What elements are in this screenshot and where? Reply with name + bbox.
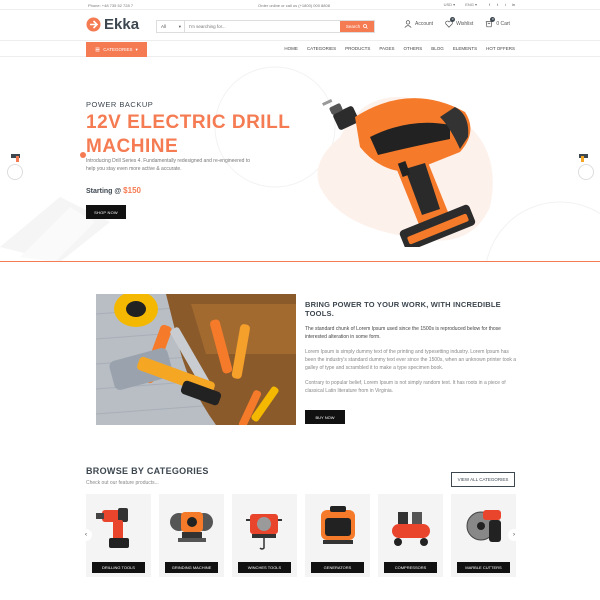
category-card-winches-tools[interactable]: WINCHES TOOLS bbox=[232, 494, 297, 577]
cart-link[interactable]: 0 0 Cart bbox=[485, 17, 510, 28]
menu-icon bbox=[95, 47, 100, 52]
category-cards: DRILLING TOOLS GRINDING MACHINE WINCHES … bbox=[86, 494, 516, 577]
arrow-left-icon[interactable]: ‹ bbox=[80, 529, 92, 541]
logo-icon bbox=[86, 17, 101, 32]
promo-paragraph-2: Lorem Ipsum is simply dummy text of the … bbox=[305, 349, 517, 371]
categories-title: BROWSE BY CATEGORIES bbox=[86, 466, 209, 476]
promo-text: BRING POWER TO YOUR WORK, WITH INCREDIBL… bbox=[305, 300, 517, 395]
search-icon bbox=[363, 24, 368, 29]
logo[interactable]: Ekka bbox=[86, 16, 139, 33]
compressors-image bbox=[392, 512, 430, 546]
account-link[interactable]: Account bbox=[404, 20, 433, 28]
nav-categories[interactable]: CATEGORIES bbox=[307, 46, 336, 51]
hero-description: Introducing Drill Series 4. Fundamentall… bbox=[86, 158, 250, 172]
category-label: GENERATORS bbox=[311, 562, 364, 573]
marble-cutters-image bbox=[466, 510, 501, 542]
twitter-icon[interactable]: t bbox=[495, 2, 500, 7]
hero-drill-image bbox=[317, 97, 493, 247]
cart-count-badge: 0 bbox=[490, 17, 496, 22]
category-card-compressors[interactable]: COMPRESSORS bbox=[378, 494, 443, 577]
buy-now-button[interactable]: BUY NOW bbox=[305, 410, 345, 424]
categories-button-label: CATEGORIES bbox=[103, 47, 133, 52]
hero-price: Starting @ $150 bbox=[86, 186, 141, 195]
promo-paragraph-1: The standard chunk of Lorem Ipsum used s… bbox=[305, 326, 501, 340]
shop-now-button[interactable]: SHOP NOW bbox=[86, 205, 126, 219]
hero-next-arrow[interactable] bbox=[578, 164, 594, 180]
hero-next-thumb[interactable] bbox=[576, 151, 590, 163]
search-button[interactable]: Search bbox=[340, 21, 374, 32]
view-all-categories-button[interactable]: VIEW ALL CATEGORIES bbox=[451, 472, 515, 487]
logo-text: Ekka bbox=[104, 16, 140, 33]
cart-label: 0 Cart bbox=[496, 21, 510, 27]
category-card-generators[interactable]: GENERATORS bbox=[305, 494, 370, 577]
hero-title-line1: 12V ELECTRIC DRILL bbox=[86, 112, 291, 133]
grinding-machine-image bbox=[170, 512, 213, 542]
wishlist-link[interactable]: 0 Wishlist bbox=[445, 17, 474, 28]
tools-promo-image bbox=[96, 294, 296, 425]
winches-tools-image bbox=[246, 514, 282, 550]
header-actions: Account 0 Wishlist 0 0 Cart bbox=[404, 17, 510, 28]
search-category-value: All bbox=[161, 24, 167, 29]
language-select[interactable]: ENG ▾ bbox=[465, 2, 477, 7]
hero-slider: POWER BACKUP 12V ELECTRIC DRILL MACHINE … bbox=[0, 57, 600, 262]
site-header: Ekka All ▾ Search Account 0 Wishlist 0 0… bbox=[0, 12, 600, 40]
hero-subtitle: POWER BACKUP bbox=[86, 100, 154, 109]
phone-text: Phone: +48 735 52 728 7 bbox=[88, 3, 134, 8]
nav-links: HOME CATEGORIES PRODUCTS PAGES OTHERS BL… bbox=[284, 46, 515, 51]
hero-prev-thumb[interactable] bbox=[10, 151, 24, 163]
main-nav: CATEGORIES ▾ HOME CATEGORIES PRODUCTS PA… bbox=[0, 40, 600, 57]
category-label: DRILLING TOOLS bbox=[92, 562, 145, 573]
user-icon bbox=[404, 20, 412, 28]
category-label: WINCHES TOOLS bbox=[238, 562, 291, 573]
category-label: MARBLE CUTTERS bbox=[457, 562, 510, 573]
wishlist-label: Wishlist bbox=[456, 21, 474, 27]
category-card-grinding-machine[interactable]: GRINDING MACHINE bbox=[159, 494, 224, 577]
categories-button[interactable]: CATEGORIES ▾ bbox=[86, 42, 147, 57]
wishlist-count-badge: 0 bbox=[450, 17, 456, 22]
chevron-down-icon: ▾ bbox=[178, 23, 181, 29]
promo-paragraph-3: Contrary to popular belief, Lorem Ipsum … bbox=[305, 380, 506, 394]
price-label: Starting @ bbox=[86, 188, 124, 195]
search-input[interactable] bbox=[185, 21, 340, 32]
category-label: COMPRESSORS bbox=[384, 562, 437, 573]
generators-image bbox=[321, 506, 355, 544]
linkedin-icon[interactable]: in bbox=[511, 2, 516, 7]
account-label: Account bbox=[415, 21, 434, 27]
social-links: f t i in bbox=[487, 2, 516, 7]
instagram-icon[interactable]: i bbox=[503, 2, 508, 7]
categories-subtitle: Check out our feature products... bbox=[86, 480, 159, 486]
nav-elements[interactable]: ELEMENTS bbox=[453, 46, 477, 51]
nav-others[interactable]: OTHERS bbox=[404, 46, 423, 51]
arrow-right-icon[interactable]: › bbox=[508, 529, 520, 541]
hero-title: 12V ELECTRIC DRILL MACHINE bbox=[86, 111, 290, 159]
nav-hot-offers[interactable]: HOT OFFERS bbox=[486, 46, 515, 51]
order-online-text: Order online or call us (+1800) 000 8808 bbox=[258, 3, 330, 8]
currency-select[interactable]: USD ▾ bbox=[444, 2, 456, 7]
search-bar: All ▾ Search bbox=[156, 20, 375, 33]
promo-heading: BRING POWER TO YOUR WORK, WITH INCREDIBL… bbox=[305, 300, 501, 318]
search-button-label: Search bbox=[345, 24, 361, 29]
facebook-icon[interactable]: f bbox=[487, 2, 492, 7]
hero-prev-arrow[interactable] bbox=[7, 164, 23, 180]
nav-products[interactable]: PRODUCTS bbox=[345, 46, 370, 51]
price-value: $150 bbox=[123, 186, 141, 195]
category-card-marble-cutters[interactable]: MARBLE CUTTERS bbox=[451, 494, 516, 577]
drilling-tools-image bbox=[96, 508, 129, 548]
top-info-bar: Phone: +48 735 52 728 7 Order online or … bbox=[0, 0, 600, 10]
search-category-select[interactable]: All ▾ bbox=[157, 21, 185, 32]
nav-pages[interactable]: PAGES bbox=[379, 46, 394, 51]
chevron-down-icon: ▾ bbox=[135, 46, 138, 52]
nav-home[interactable]: HOME bbox=[284, 46, 298, 51]
category-card-drilling-tools[interactable]: DRILLING TOOLS bbox=[86, 494, 151, 577]
topbar-right: USD ▾ ENG ▾ f t i in bbox=[444, 2, 516, 7]
category-label: GRINDING MACHINE bbox=[165, 562, 218, 573]
nav-blog[interactable]: BLOG bbox=[431, 46, 444, 51]
hero-title-line2: MACHINE bbox=[86, 136, 179, 157]
